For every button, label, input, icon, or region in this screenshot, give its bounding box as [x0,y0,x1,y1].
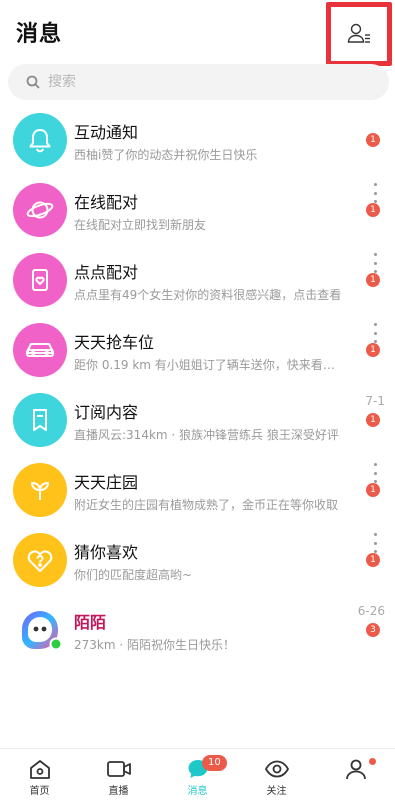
item-preview: 距你 0.19 km 有小姐姐订了辆车送你，快来看看吧 [74,358,346,372]
item-name: 点点配对 [74,263,139,282]
nav-home[interactable]: 首页 [0,749,79,809]
page-title: 消息 [16,22,63,47]
unread-badge: 1 [366,203,380,217]
avatar [13,183,67,237]
unread-badge: 3 [366,623,380,637]
bottom-nav: 首页 直播 10 消息 关注 [0,748,395,809]
avatar [13,463,67,517]
list-item[interactable]: 天天抢车位 距你 0.19 km 有小姐姐订了辆车送你，快来看看吧 1 [0,315,395,385]
unread-badge: 1 [366,273,380,287]
video-icon [106,761,131,777]
question-heart-icon [27,550,53,572]
item-name: 陌陌 [74,613,107,632]
unread-badge: 1 [366,483,380,497]
home-icon [29,760,50,779]
unread-badge: 1 [366,553,380,567]
nav-follow[interactable]: 关注 [237,749,316,809]
nav-profile[interactable] [316,749,395,809]
item-name: 猜你喜欢 [74,543,139,562]
bell-icon [29,129,51,153]
item-name: 订阅内容 [74,403,139,422]
more-options-icon[interactable] [372,183,378,203]
car-icon [26,343,54,357]
list-item[interactable]: 在线配对 在线配对立即找到新朋友 1 [0,175,395,245]
more-options-icon[interactable] [372,463,378,483]
item-preview: 直播风云:314km · 狼族冲锋营练兵 狼王深受好评 [74,428,339,442]
profile-icon [345,759,366,780]
item-preview: 在线配对立即找到新朋友 [74,218,207,232]
bookmark-icon [33,409,47,431]
nav-label: 消息 [187,786,208,797]
list-item[interactable]: 天天庄园 附近女生的庄园有植物成熟了，金币正在等你收取 1 [0,455,395,525]
contacts-icon [347,23,370,43]
avatar [13,533,67,587]
search-bar[interactable] [8,64,389,100]
sprout-icon [31,482,49,500]
nav-unread-badge: 10 [202,755,227,771]
more-options-icon[interactable] [372,323,378,343]
search-icon [26,75,40,89]
list-item[interactable]: 订阅内容 直播风云:314km · 狼族冲锋营练兵 狼王深受好评 7-1 1 [0,385,395,455]
item-preview: 西柚i赞了你的动态并祝你生日快乐 [74,148,258,162]
list-item[interactable]: 陌陌 273km · 陌陌祝你生日快乐！ 6-26 3 [0,595,395,665]
item-preview: 273km · 陌陌祝你生日快乐！ [74,638,235,652]
nav-label: 首页 [29,786,50,797]
item-preview: 附近女生的庄园有植物成熟了，金币正在等你收取 [74,498,339,512]
unread-badge: 1 [366,413,380,427]
item-name: 天天抢车位 [74,333,155,352]
avatar [13,393,67,447]
notification-dot [369,758,376,765]
momo-logo-icon [22,611,63,651]
more-options-icon[interactable] [372,533,378,553]
list-item[interactable]: 猜你喜欢 你们的匹配度超高哟~ 1 [0,525,395,595]
more-options-icon[interactable] [372,253,378,273]
item-preview: 点点里有49个女生对你的资料很感兴趣，点击查看 [74,288,342,302]
item-name: 互动通知 [74,123,139,142]
timestamp: 7-1 [365,394,385,408]
item-name: 在线配对 [74,193,139,212]
list-item[interactable]: 互动通知 西柚i赞了你的动态并祝你生日快乐 1 [0,105,395,175]
timestamp: 6-26 [357,604,385,618]
list-item[interactable]: 点点配对 点点里有49个女生对你的资料很感兴趣，点击查看 1 [0,245,395,315]
eye-icon [264,760,289,778]
message-list: 互动通知 西柚i赞了你的动态并祝你生日快乐 1 在线配对 在线配对立即找到新朋友… [0,105,395,665]
planet-icon [26,201,54,219]
nav-label: 直播 [108,786,129,797]
avatar [13,253,67,307]
header: 消息 [0,0,395,66]
avatar [13,113,67,167]
search-input[interactable] [48,74,348,90]
unread-badge: 1 [366,343,380,357]
item-name: 天天庄园 [74,473,139,492]
nav-live[interactable]: 直播 [79,749,158,809]
avatar [13,603,67,657]
item-preview: 你们的匹配度超高哟~ [74,568,193,582]
nav-label: 关注 [266,786,287,797]
avatar [13,323,67,377]
nav-messages[interactable]: 10 消息 [158,749,237,809]
unread-badge: 1 [366,133,380,147]
heart-card-icon [32,269,48,291]
contacts-button[interactable] [326,2,392,66]
